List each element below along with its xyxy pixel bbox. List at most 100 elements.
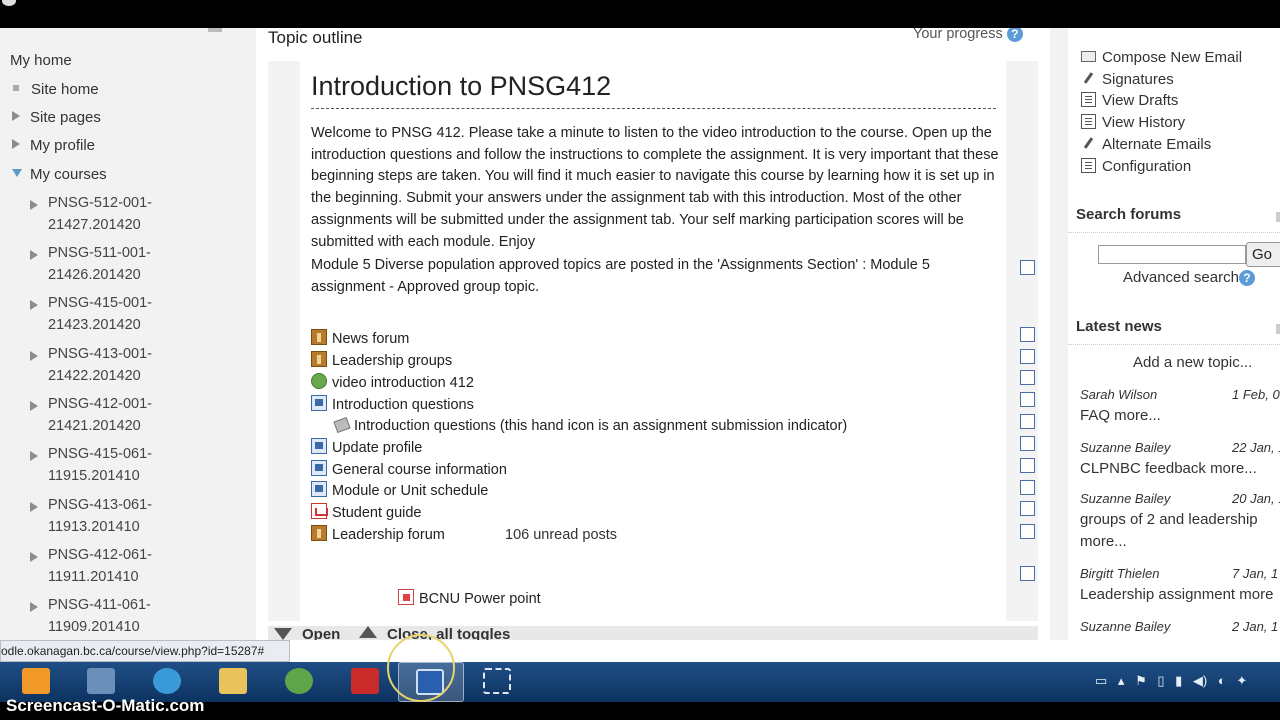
mail-view-history[interactable]: View History <box>1081 113 1185 131</box>
search-go-button[interactable]: Go <box>1246 242 1280 267</box>
activity-student-guide[interactable]: Student guide <box>311 503 422 521</box>
course-code[interactable]: PNSG-511-001- <box>48 245 151 261</box>
activity-leadership-forum[interactable]: Leadership forum <box>311 525 445 543</box>
course-label[interactable]: PNSG-413-001- 21422.201420 <box>48 343 152 387</box>
course-code[interactable]: PNSG-412-061- <box>48 547 152 563</box>
activity-leadership-groups[interactable]: Leadership groups <box>311 351 452 369</box>
course-label[interactable]: PNSG-511-001- 21426.201420 <box>48 242 151 286</box>
nav-site-pages-label[interactable]: Site pages <box>30 109 101 126</box>
activity-module-schedule[interactable]: Module or Unit schedule <box>311 481 488 499</box>
mail-view-drafts-label[interactable]: View Drafts <box>1102 92 1178 109</box>
nav-my-courses[interactable]: My courses <box>12 166 107 183</box>
expand-icon[interactable] <box>12 111 20 122</box>
course-term[interactable]: 11915.201410 <box>48 468 140 484</box>
activity-general-info[interactable]: General course information <box>311 460 507 478</box>
course-term[interactable]: 11913.201410 <box>48 519 140 535</box>
expand-icon[interactable] <box>30 401 38 411</box>
nav-my-profile-label[interactable]: My profile <box>30 137 95 154</box>
course-term[interactable]: 21427.201420 <box>48 217 141 233</box>
activity-news-forum[interactable]: News forum <box>311 329 409 347</box>
expand-icon[interactable] <box>30 451 38 461</box>
course-term[interactable]: 21423.201420 <box>48 317 141 333</box>
activity-bcnu-powerpoint[interactable]: BCNU Power point <box>398 589 541 607</box>
completion-checkbox[interactable] <box>1020 566 1035 581</box>
course-label[interactable]: PNSG-415-061- 11915.201410 <box>48 443 152 487</box>
course-code[interactable]: PNSG-412-001- <box>48 396 152 412</box>
mail-signatures[interactable]: Signatures <box>1081 71 1174 88</box>
course-term[interactable]: 11909.201410 <box>48 619 140 635</box>
device-icon[interactable]: ▯ <box>1157 673 1164 688</box>
dropbox-icon[interactable]: ✦ <box>1236 673 1247 688</box>
course-term[interactable]: 11911.201410 <box>48 569 139 585</box>
course-code[interactable]: PNSG-413-001- <box>48 346 152 362</box>
mail-alternate-emails-label[interactable]: Alternate Emails <box>1102 136 1211 153</box>
show-hidden-icons[interactable]: ▴ <box>1118 673 1125 688</box>
completion-checkbox[interactable] <box>1020 480 1035 495</box>
activity-intro-questions[interactable]: Introduction questions <box>311 395 474 413</box>
nav-site-pages[interactable]: Site pages <box>12 109 101 126</box>
news-headline[interactable]: groups of 2 and leadership more... <box>1080 509 1270 553</box>
open-triangle-icon[interactable] <box>274 628 292 640</box>
activity-label[interactable]: BCNU Power point <box>419 591 541 607</box>
expand-icon[interactable] <box>12 139 20 150</box>
taskbar-snip-button[interactable] <box>464 662 530 702</box>
sync-icon[interactable]: ◐ <box>1218 673 1226 688</box>
mail-view-drafts[interactable]: View Drafts <box>1081 91 1178 109</box>
activity-label[interactable]: Introduction questions <box>332 397 474 413</box>
expand-icon[interactable] <box>30 300 38 310</box>
volume-icon[interactable]: ◀) <box>1193 673 1207 688</box>
course-code[interactable]: PNSG-415-001- <box>48 295 152 311</box>
mail-view-history-label[interactable]: View History <box>1102 114 1185 131</box>
course-label[interactable]: PNSG-415-001- 21423.201420 <box>48 292 152 336</box>
mail-alternate-emails[interactable]: Alternate Emails <box>1081 136 1211 153</box>
activity-intro-assignment[interactable]: Introduction questions (this hand icon i… <box>333 418 847 434</box>
mail-compose[interactable]: Compose New Email <box>1081 49 1242 66</box>
course-term[interactable]: 21426.201420 <box>48 267 141 283</box>
course-label[interactable]: PNSG-412-001- 21421.201420 <box>48 393 152 437</box>
nav-my-home-label[interactable]: My home <box>10 52 72 69</box>
advanced-search[interactable]: Advanced search? <box>1123 269 1255 287</box>
search-forums-input[interactable] <box>1098 245 1246 264</box>
mail-compose-label[interactable]: Compose New Email <box>1102 49 1242 66</box>
flag-icon[interactable]: ⚑ <box>1135 673 1147 688</box>
taskbar-explorer-button[interactable] <box>200 662 266 702</box>
activity-label[interactable]: News forum <box>332 331 409 347</box>
expand-icon[interactable] <box>30 502 38 512</box>
keyboard-icon[interactable]: ▭ <box>1095 673 1107 688</box>
mail-configuration[interactable]: Configuration <box>1081 157 1191 175</box>
expand-icon[interactable] <box>30 250 38 260</box>
course-code[interactable]: PNSG-413-061- <box>48 497 152 513</box>
activity-video-intro[interactable]: video introduction 412 <box>311 373 474 391</box>
course-code[interactable]: PNSG-512-001- <box>48 195 152 211</box>
open-all-toggles[interactable]: Open <box>302 626 340 640</box>
news-headline[interactable]: FAQ more... <box>1080 405 1280 427</box>
block-controls-icon[interactable] <box>208 28 222 32</box>
completion-checkbox[interactable] <box>1020 436 1035 451</box>
nav-my-home[interactable]: My home <box>10 52 72 69</box>
course-label[interactable]: PNSG-512-001- 21427.201420 <box>48 192 152 236</box>
activity-label[interactable]: Update profile <box>332 440 422 456</box>
expand-icon[interactable] <box>30 200 38 210</box>
completion-checkbox[interactable] <box>1020 260 1035 275</box>
activity-update-profile[interactable]: Update profile <box>311 438 422 456</box>
course-label[interactable]: PNSG-413-061- 11913.201410 <box>48 494 152 538</box>
activity-label[interactable]: Introduction questions (this hand icon i… <box>354 418 847 434</box>
nav-my-profile[interactable]: My profile <box>12 137 95 154</box>
network-icon[interactable]: ▮ <box>1175 673 1182 688</box>
mail-signatures-label[interactable]: Signatures <box>1102 71 1174 88</box>
course-label[interactable]: PNSG-411-061- 11909.201410 <box>48 594 151 638</box>
nav-site-home[interactable]: Site home <box>13 81 99 98</box>
activity-label[interactable]: video introduction 412 <box>332 375 474 391</box>
news-headline[interactable]: Leadership assignment more <box>1080 584 1280 606</box>
expand-icon[interactable] <box>30 351 38 361</box>
nav-my-courses-label[interactable]: My courses <box>30 166 107 183</box>
activity-label[interactable]: Student guide <box>332 505 422 521</box>
completion-checkbox[interactable] <box>1020 458 1035 473</box>
completion-checkbox[interactable] <box>1020 414 1035 429</box>
block-controls-icon[interactable] <box>1276 212 1280 222</box>
completion-checkbox[interactable] <box>1020 392 1035 407</box>
expand-icon[interactable] <box>30 552 38 562</box>
course-term[interactable]: 21422.201420 <box>48 368 141 384</box>
expand-icon[interactable] <box>30 602 38 612</box>
taskbar-people-button[interactable] <box>266 662 332 702</box>
